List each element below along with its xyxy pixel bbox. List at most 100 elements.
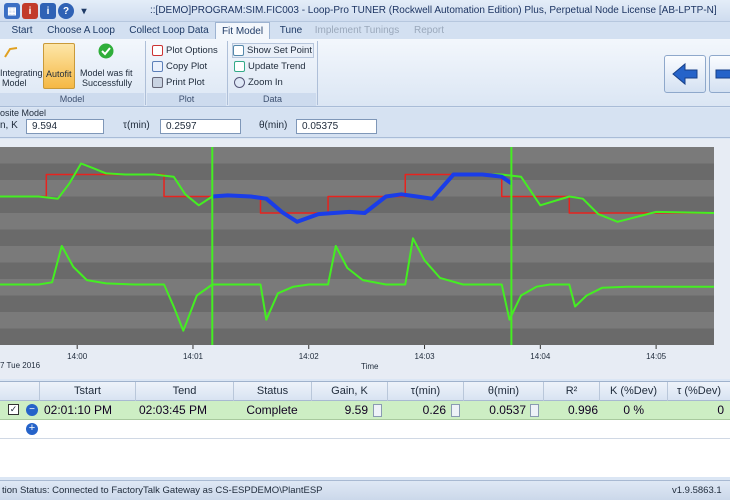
x-tick-label: 14:03 <box>415 352 436 361</box>
ribbon: Integrating Model Autofit Model was fit … <box>0 39 730 107</box>
ribbon-separator <box>317 41 318 105</box>
col-header-status[interactable]: Status <box>234 382 312 401</box>
ribbon-separator <box>227 41 228 105</box>
cell-k-dev: 0 % <box>623 403 644 417</box>
tau-field[interactable]: 0.2597 <box>160 119 241 134</box>
printer-icon <box>152 77 163 88</box>
tab-report[interactable]: Report <box>406 22 452 39</box>
update-trend-icon <box>234 61 245 72</box>
copy-plot-button[interactable]: Copy Plot <box>152 59 207 74</box>
cell-status: Complete <box>246 403 298 417</box>
help-icon[interactable]: ? <box>58 3 74 19</box>
group-label-model: Model <box>0 93 144 106</box>
col-select-header <box>0 382 40 401</box>
arrow-left-icon <box>672 62 698 86</box>
model-heading: osite Model <box>0 108 47 118</box>
integrating-model-button[interactable]: Integrating Model <box>0 43 43 89</box>
results-table: Tstart Tend Status Gain, K τ(min) θ(min)… <box>0 381 730 477</box>
quick-access-dropdown-icon[interactable]: ▾ <box>76 3 92 19</box>
arrow-right-icon <box>715 69 730 79</box>
tab-fit-model[interactable]: Fit Model <box>215 22 270 40</box>
row-checkbox[interactable]: ✓ <box>8 404 19 415</box>
col-header-r2[interactable]: R² <box>544 382 600 401</box>
autofit-label: Autofit <box>46 69 72 79</box>
x-tick-label: 14:05 <box>646 352 667 361</box>
add-row-icon[interactable]: + <box>26 423 38 435</box>
tab-tune[interactable]: Tune <box>274 22 308 39</box>
next-button[interactable] <box>709 55 730 93</box>
ribbon-tabs: Start Choose A Loop Collect Loop Data Fi… <box>0 22 730 40</box>
cell-gain[interactable]: 9.59 <box>320 401 368 420</box>
col-header-k-dev[interactable]: K (%Dev) <box>600 382 668 401</box>
app-icon[interactable]: ▦ <box>4 3 20 19</box>
magnifier-icon <box>234 77 245 88</box>
plot-band <box>0 147 714 164</box>
plot-band <box>0 246 714 263</box>
checkbox-icon <box>233 45 244 56</box>
date-label: 7 Tue 2016 <box>0 361 41 370</box>
plot-band <box>0 180 714 197</box>
tab-collect-loop-data[interactable]: Collect Loop Data <box>124 22 214 39</box>
zoom-in-button[interactable]: Zoom In <box>234 75 283 90</box>
cell-tau-dev: 0 <box>717 403 724 417</box>
check-icon <box>98 43 114 59</box>
col-header-tau[interactable]: τ(min) <box>388 382 464 401</box>
print-plot-label: Print Plot <box>166 77 205 88</box>
col-header-theta[interactable]: θ(min) <box>464 382 544 401</box>
gain-spinner[interactable] <box>373 404 382 417</box>
ribbon-separator <box>145 41 146 105</box>
back-button[interactable] <box>664 55 706 93</box>
print-plot-button[interactable]: Print Plot <box>152 75 205 90</box>
model-label: Model <box>2 78 27 88</box>
cell-r2: 0.996 <box>567 403 598 417</box>
col-header-tau-dev[interactable]: τ (%Dev) <box>668 382 730 401</box>
integrating-label: Integrating <box>0 68 43 78</box>
gain-label: n, K <box>0 120 18 131</box>
version-label: v1.9.5863.1 <box>672 485 722 496</box>
tab-choose-a-loop[interactable]: Choose A Loop <box>44 22 118 39</box>
table-row[interactable]: ✓ − 02:01:10 PM 02:03:45 PM Complete 9.5… <box>0 401 730 420</box>
plot-options-button[interactable]: Plot Options <box>152 43 218 58</box>
cell-tstart: 02:01:10 PM <box>44 403 113 417</box>
autofit-button[interactable]: Autofit <box>43 43 75 89</box>
trend-chart[interactable]: 14:00 14:01 14:02 14:03 14:04 14:05 7 Tue 201… <box>0 139 730 379</box>
plot-band <box>0 213 714 230</box>
col-header-gain[interactable]: Gain, K <box>312 382 388 401</box>
x-tick-label: 14:00 <box>67 352 88 361</box>
show-set-point-label: Show Set Point <box>247 45 312 56</box>
group-label-data: Data <box>229 93 316 106</box>
copy-icon <box>152 61 163 72</box>
x-tick-label: 14:01 <box>183 352 204 361</box>
col-header-tstart[interactable]: Tstart <box>40 382 136 401</box>
x-tick-label: 14:02 <box>299 352 320 361</box>
integrating-model-icon <box>4 47 18 58</box>
theta-spinner[interactable] <box>530 404 539 417</box>
update-trend-label: Update Trend <box>248 61 306 72</box>
col-header-tend[interactable]: Tend <box>136 382 234 401</box>
cell-theta[interactable]: 0.0537 <box>470 401 526 420</box>
connection-status: tion Status: Connected to FactoryTalk Ga… <box>2 485 323 496</box>
update-trend-button[interactable]: Update Trend <box>234 59 306 74</box>
model-parameters: osite Model n, K 9.594 τ(min) 0.2597 θ(m… <box>0 108 730 138</box>
window-title: ::[DEMO]PROGRAM:SIM.FIC003 - Loop-Pro TU… <box>150 5 717 16</box>
info-icon[interactable]: i <box>40 3 56 19</box>
tau-label: τ(min) <box>123 120 150 131</box>
show-set-point-button[interactable]: Show Set Point <box>232 43 314 58</box>
model-fit-status: Model was fit Successfully <box>80 43 140 89</box>
tab-start[interactable]: Start <box>4 22 40 39</box>
cell-tau[interactable]: 0.26 <box>400 401 446 420</box>
tab-implement-tunings[interactable]: Implement Tunings <box>312 22 402 39</box>
help-info-icon[interactable]: i <box>22 3 38 19</box>
gain-field[interactable]: 9.594 <box>26 119 104 134</box>
copy-plot-label: Copy Plot <box>166 61 208 72</box>
theta-field[interactable]: 0.05375 <box>296 119 377 134</box>
x-axis-label: Time <box>361 362 379 371</box>
remove-row-icon[interactable]: − <box>26 404 38 416</box>
group-label-plot: Plot <box>147 93 226 106</box>
fit-status-line1: Model was fit <box>80 68 133 78</box>
plot-band <box>0 312 714 329</box>
tau-spinner[interactable] <box>451 404 460 417</box>
fit-status-line2: Successfully <box>82 78 133 88</box>
x-tick-label: 14:04 <box>530 352 551 361</box>
cell-tend: 02:03:45 PM <box>139 403 208 417</box>
